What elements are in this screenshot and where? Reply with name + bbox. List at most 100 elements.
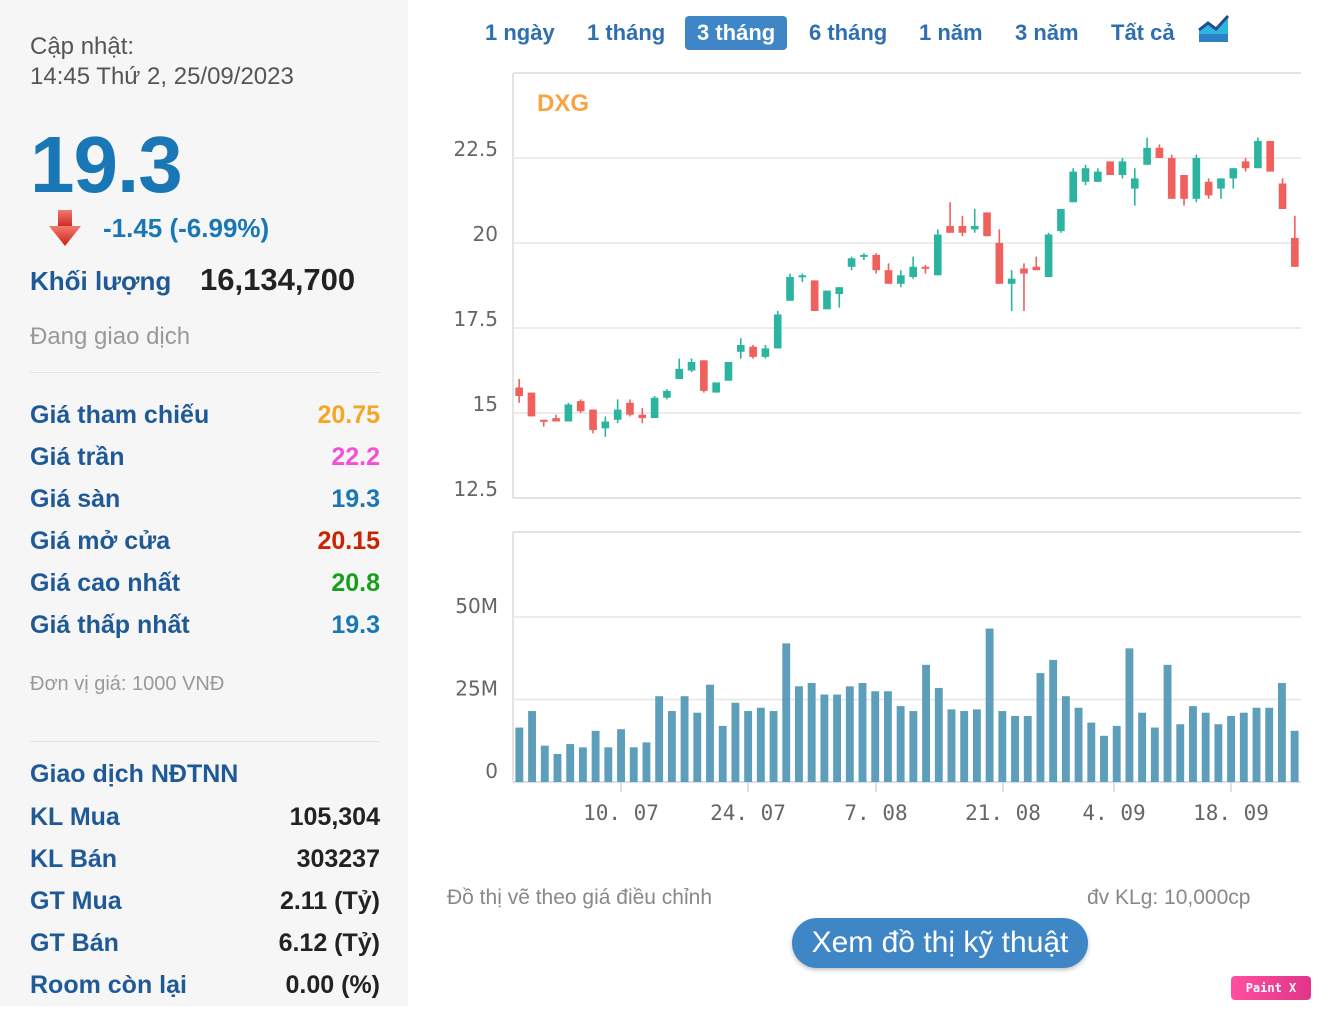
candle-body: [1192, 158, 1201, 199]
candlestick: [1180, 175, 1188, 206]
candlestick: [921, 265, 930, 274]
candle-body: [687, 362, 696, 371]
candlestick: [1167, 154, 1176, 199]
candle-body: [527, 392, 536, 417]
candle-body: [1229, 168, 1238, 179]
price-tick-label: 15: [473, 392, 498, 416]
candlestick: [884, 263, 893, 284]
candle-body: [1130, 178, 1139, 189]
volume-bar: [1214, 724, 1223, 782]
candle-body: [847, 258, 856, 267]
candle-body: [626, 402, 634, 415]
candlestick: [1291, 215, 1299, 267]
volume-bar: [1176, 724, 1185, 782]
candle-body: [601, 421, 610, 429]
candlestick: [1069, 168, 1078, 203]
volume-bar: [578, 747, 587, 782]
candle-body: [921, 266, 930, 269]
candle-body: [515, 387, 523, 396]
volume-bar: [693, 712, 702, 782]
volume-bar: [1036, 673, 1045, 782]
volume-bar: [807, 683, 816, 782]
volume-bar: [972, 709, 981, 782]
volume-bar: [655, 696, 664, 782]
volume-bar: [1023, 716, 1032, 782]
candlestick: [786, 273, 794, 301]
candlestick: [724, 362, 733, 381]
volume-bar: [896, 706, 905, 782]
price-tick-label: 12.5: [453, 477, 498, 501]
foreign-row: GT Mua 2.11 (Tỷ): [30, 883, 380, 919]
volume-bar: [566, 744, 575, 782]
volume-bar: [1112, 725, 1121, 782]
price-tick-label: 20: [473, 222, 498, 246]
candle-body: [1044, 234, 1053, 277]
candle-body: [1155, 147, 1164, 158]
x-tick-label: 7. 08: [844, 801, 907, 825]
candlestick: [1217, 178, 1225, 199]
candle-body: [663, 390, 671, 398]
candlestick: [823, 290, 831, 310]
volume-bar: [883, 691, 892, 782]
volume-bar: [553, 753, 562, 782]
volume-bar: [1150, 727, 1159, 782]
candle-body: [638, 414, 647, 419]
volume-bar: [604, 747, 613, 782]
candle-body: [1106, 161, 1114, 175]
candlestick: [1118, 158, 1127, 179]
candle-body: [1057, 209, 1065, 232]
volume-bar: [833, 694, 842, 782]
candlestick: [1081, 164, 1090, 186]
candlestick: [576, 399, 585, 413]
volume-bar: [1227, 716, 1236, 782]
technical-chart-button[interactable]: Xem đồ thị kỹ thuật: [792, 918, 1088, 968]
candlestick: [626, 399, 634, 417]
candle-body: [946, 226, 954, 233]
candle-body: [872, 254, 881, 271]
volume-bar: [998, 711, 1007, 782]
candlestick: [897, 270, 905, 288]
candlestick: [687, 358, 696, 373]
volume-bar: [1011, 716, 1019, 782]
candle-body: [552, 418, 560, 422]
volume-bar: [820, 694, 829, 782]
candle-body: [1204, 181, 1213, 196]
candlestick: [810, 280, 819, 311]
candlestick: [1020, 263, 1028, 311]
candlestick: [983, 212, 991, 237]
candlestick: [1254, 137, 1262, 169]
candlestick: [909, 256, 917, 279]
volume-tick-label: 50M: [455, 594, 498, 618]
volume-bar: [1189, 706, 1197, 782]
volume-bar: [934, 687, 943, 782]
candle-body: [749, 346, 757, 357]
volume-bar: [1100, 735, 1108, 782]
candlestick: [1143, 137, 1151, 165]
volume-bar: [756, 707, 765, 782]
volume-bar: [1252, 707, 1261, 782]
candlestick: [761, 345, 770, 359]
volume-bar: [1087, 722, 1096, 782]
candle-body: [1143, 147, 1151, 165]
volume-bar: [922, 664, 931, 782]
volume-bar: [845, 686, 854, 782]
candle-body: [539, 419, 548, 422]
volume-bar: [1290, 730, 1299, 782]
candlestick: [995, 229, 1004, 284]
volume-bar: [540, 745, 549, 782]
candlestick: [773, 311, 782, 349]
candle-body: [1094, 171, 1102, 182]
candle-body: [798, 275, 807, 278]
volume-bar: [629, 747, 638, 782]
candlestick: [515, 379, 523, 403]
x-tick-label: 18. 09: [1193, 801, 1269, 825]
volume-bar: [909, 711, 918, 782]
candle-body: [736, 345, 745, 352]
candlestick: [650, 396, 659, 419]
candle-body: [761, 348, 770, 357]
candle-body: [970, 226, 979, 230]
volume-bar: [718, 725, 727, 782]
candlestick: [1229, 168, 1238, 189]
foreign-row: Room còn lại 0.00 (%): [30, 967, 380, 1003]
volume-bar: [642, 742, 651, 782]
